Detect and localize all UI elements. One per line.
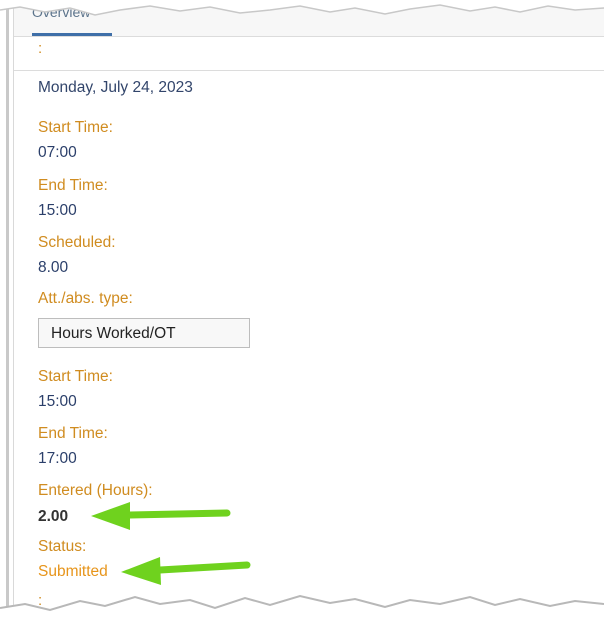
screenshot-frame: Overview : Monday, July 24, 2023 Start T… <box>0 0 604 625</box>
ot-end-time-value: 17:00 <box>38 450 77 467</box>
tab-overview-label: Overview <box>32 4 91 20</box>
detail-panel: Overview : Monday, July 24, 2023 Start T… <box>13 0 604 610</box>
section-divider <box>14 70 604 71</box>
att-abs-type-value: Hours Worked/OT <box>51 325 176 342</box>
att-abs-type-label: Att./abs. type: <box>38 290 133 307</box>
active-tab-indicator <box>32 33 112 36</box>
entered-hours-label: Entered (Hours): <box>38 482 153 499</box>
status-value: Submitted <box>38 563 108 580</box>
tab-overview[interactable]: Overview <box>32 2 112 34</box>
scheduled-value: 8.00 <box>38 259 69 276</box>
ot-start-time-label: Start Time: <box>38 368 113 385</box>
footer-colon: : <box>38 592 43 609</box>
att-abs-type-field[interactable]: Hours Worked/OT <box>38 318 250 348</box>
tab-strip: Overview <box>14 0 604 37</box>
left-border <box>6 0 9 612</box>
scheduled-label: Scheduled: <box>38 234 116 251</box>
end-time-label: End Time: <box>38 177 108 194</box>
end-time-value: 15:00 <box>38 202 77 219</box>
start-time-value: 07:00 <box>38 144 77 161</box>
status-label: Status: <box>38 538 87 555</box>
date-heading: Monday, July 24, 2023 <box>38 79 193 96</box>
header-colon: : <box>38 40 43 57</box>
ot-start-time-value: 15:00 <box>38 393 77 410</box>
start-time-label: Start Time: <box>38 119 113 136</box>
entered-hours-value: 2.00 <box>38 508 69 525</box>
ot-end-time-label: End Time: <box>38 425 108 442</box>
